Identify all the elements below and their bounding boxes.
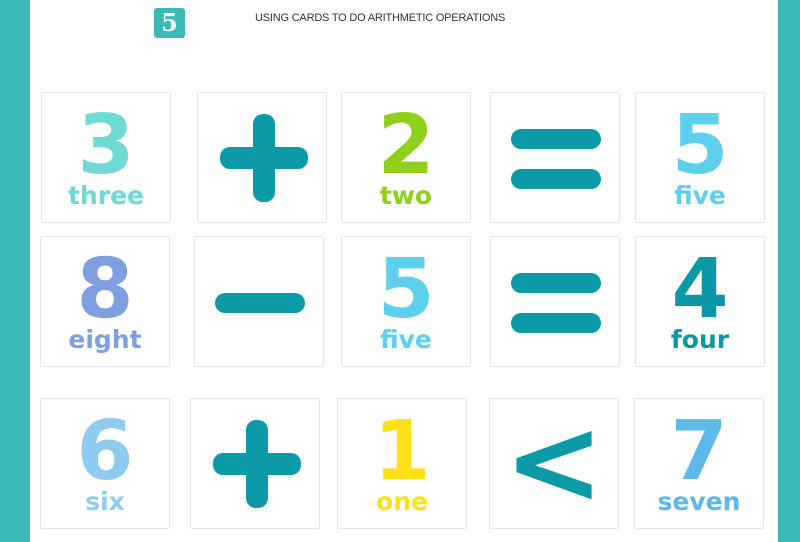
- card-number: 3: [77, 98, 135, 193]
- page-title: USING CARDS TO DO ARITHMETIC OPERATIONS: [255, 12, 506, 24]
- card-word: five: [380, 325, 432, 354]
- card-word: one: [376, 487, 428, 516]
- equals-card: [490, 92, 620, 223]
- card-number: 5: [377, 242, 435, 337]
- card-number: 5: [671, 98, 729, 193]
- number-card: 4 four: [635, 236, 765, 367]
- number-card: 7 seven: [634, 398, 764, 529]
- card-number: 6: [76, 404, 134, 499]
- plus-card: [197, 92, 327, 223]
- card-number: 2: [377, 98, 435, 193]
- card-word: two: [379, 181, 433, 210]
- card-number: 8: [76, 242, 134, 337]
- number-card: 8 eight: [40, 236, 170, 367]
- equals-card: [490, 236, 620, 367]
- minus-card: [194, 236, 324, 367]
- number-card: 2 two: [341, 92, 471, 223]
- right-frame-bar: [778, 0, 800, 542]
- card-word: three: [68, 181, 144, 210]
- section-number-badge: 5: [154, 8, 185, 38]
- card-number: 4: [671, 242, 729, 337]
- card-word: four: [670, 325, 730, 354]
- minus-icon: [215, 293, 305, 313]
- number-card: 3 three: [41, 92, 171, 223]
- less-than-card: <: [489, 398, 619, 529]
- card-word: eight: [68, 325, 142, 354]
- number-card: 5 five: [635, 92, 765, 223]
- number-card: 5 five: [341, 236, 471, 367]
- card-number: 7: [670, 404, 728, 499]
- number-card: 6 six: [40, 398, 170, 529]
- left-frame-bar: [0, 0, 30, 542]
- card-word: seven: [657, 487, 741, 516]
- plus-card: [190, 398, 320, 529]
- card-word: six: [85, 487, 125, 516]
- less-than-icon: <: [503, 393, 605, 532]
- card-number: 1: [373, 404, 431, 499]
- number-card: 1 one: [337, 398, 467, 529]
- card-word: five: [674, 181, 726, 210]
